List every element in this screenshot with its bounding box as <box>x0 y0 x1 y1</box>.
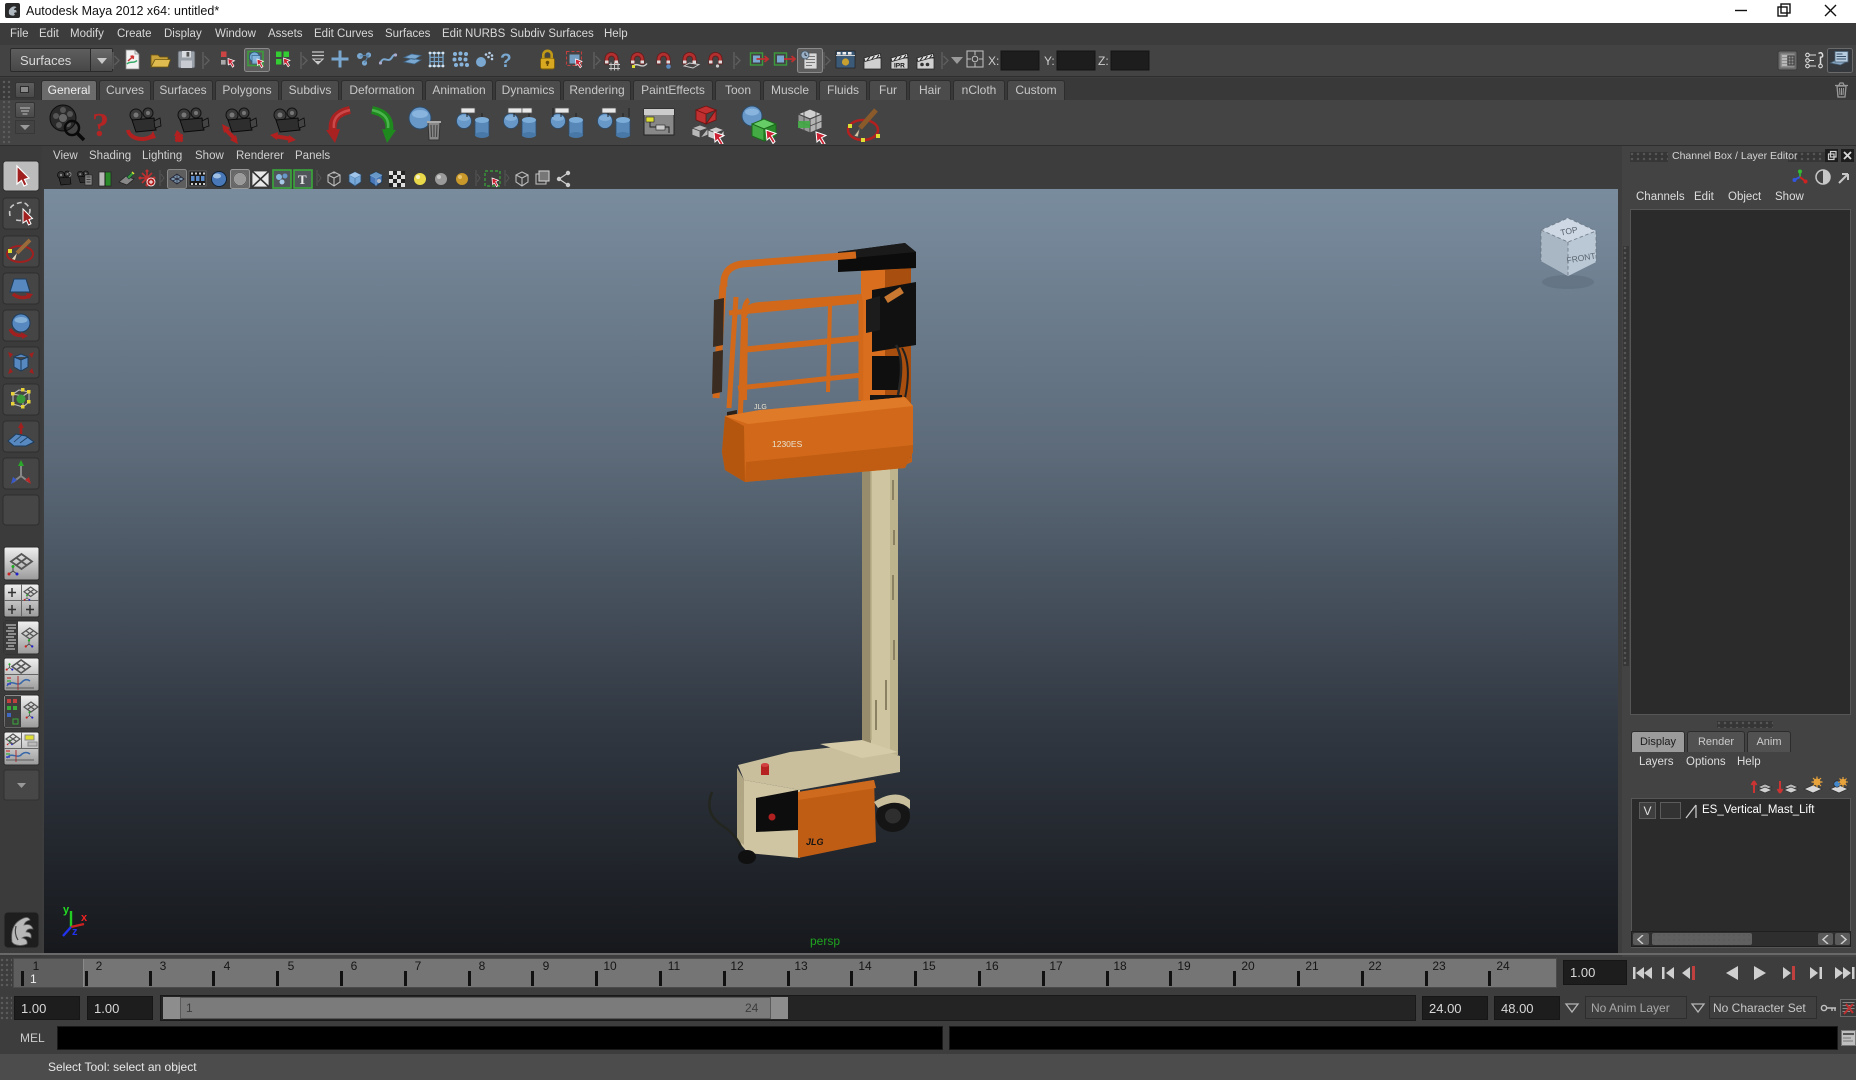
svg-text:?: ? <box>92 107 109 144</box>
svg-text:T: T <box>298 172 307 187</box>
svg-text:IPR: IPR <box>894 63 905 70</box>
svg-text:Z:: Z: <box>1098 54 1109 68</box>
svg-text:z: z <box>72 926 78 938</box>
svg-text:1230ES: 1230ES <box>772 439 803 449</box>
svg-text:x: x <box>81 912 88 924</box>
svg-text:y: y <box>63 904 70 916</box>
svg-text:JLG: JLG <box>754 404 767 411</box>
svg-text:JLG: JLG <box>806 837 824 847</box>
svg-text:?: ? <box>500 51 512 72</box>
svg-text:X:: X: <box>988 54 999 68</box>
svg-text:persp: persp <box>810 934 840 948</box>
svg-text:Y:: Y: <box>1044 54 1055 68</box>
